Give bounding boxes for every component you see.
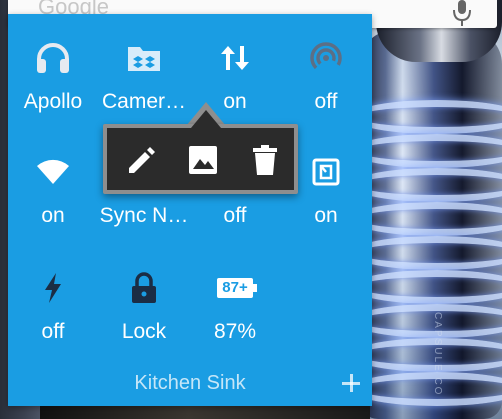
tile-label: Apollo xyxy=(23,90,83,113)
tile-hotspot[interactable]: off xyxy=(281,20,371,130)
tile-label: Camer… xyxy=(101,90,186,113)
image-icon[interactable] xyxy=(185,142,221,178)
power-toggles-widget: Apollo Camer… on off on Sync N… off on o… xyxy=(8,14,372,406)
tile-apollo[interactable]: Apollo xyxy=(8,20,98,130)
dropbox-folder-icon xyxy=(99,40,189,76)
wallpaper-lamp-jar xyxy=(360,30,502,419)
microphone-icon[interactable] xyxy=(451,0,473,28)
edit-icon[interactable] xyxy=(123,142,159,178)
tile-label: 87% xyxy=(213,320,257,343)
wallpaper-jar-text: CAPSULE CO xyxy=(432,312,443,397)
add-icon[interactable] xyxy=(338,370,364,396)
popup-arrow-inner xyxy=(191,110,221,128)
battery-icon: 87+ xyxy=(190,270,280,306)
tile-battery[interactable]: 87+ 87% xyxy=(190,250,280,360)
tile-label: on xyxy=(314,204,338,227)
flashlight-icon xyxy=(8,270,98,306)
wifi-icon xyxy=(8,154,98,190)
battery-icon-text: 87+ xyxy=(222,279,248,296)
tile-flashlight[interactable]: off xyxy=(8,250,98,360)
data-sync-arrows-icon xyxy=(190,40,280,76)
tile-lock[interactable]: Lock xyxy=(99,250,189,360)
widget-name-label: Kitchen Sink xyxy=(134,372,246,394)
tile-label: off xyxy=(41,320,65,343)
headphones-icon xyxy=(8,40,98,76)
tile-wifi[interactable]: on xyxy=(8,134,98,244)
tile-camera-uploads[interactable]: Camer… xyxy=(99,20,189,130)
tile-label: Lock xyxy=(121,320,167,343)
tile-label: Sync N… xyxy=(99,204,189,227)
hotspot-icon xyxy=(281,40,371,76)
trash-icon[interactable] xyxy=(247,142,283,178)
tile-label: off xyxy=(314,90,338,113)
tile-label: off xyxy=(223,204,247,227)
tile-action-popup xyxy=(103,124,298,194)
lock-icon xyxy=(99,270,189,306)
tile-label: on xyxy=(41,204,65,227)
